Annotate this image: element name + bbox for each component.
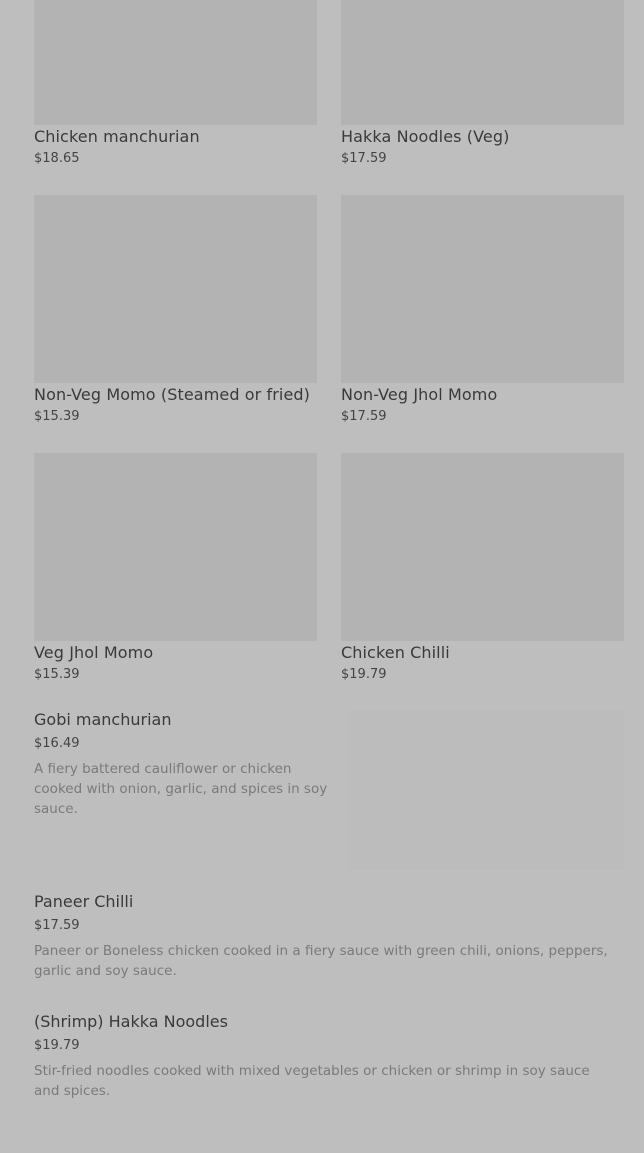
menu-item-name: Chicken Chilli (341, 643, 450, 662)
menu-item-name: Hakka Noodles (Veg) (341, 127, 510, 146)
menu-item-price: $19.79 (34, 1038, 80, 1053)
menu-item-name: Non-Veg Momo (Steamed or fried) (34, 385, 311, 404)
menu-item-price: $15.39 (34, 409, 80, 424)
menu-item-price: $18.65 (34, 151, 80, 166)
menu-item-image[interactable] (34, 453, 317, 641)
menu-item-image[interactable] (34, 195, 317, 383)
menu-item-card[interactable]: Non-Veg Momo (Steamed or fried) $15.39 (34, 195, 317, 426)
menu-item-price: $19.79 (341, 667, 387, 682)
menu-item-name: Gobi manchurian (34, 710, 172, 729)
menu-item-name: Chicken manchurian (34, 127, 200, 146)
menu-list-item[interactable]: Gobi manchurian $16.49 A fiery battered … (34, 710, 334, 819)
menu-item-price: $15.39 (34, 667, 80, 682)
menu-item-description: Paneer or Boneless chicken cooked in a f… (34, 943, 608, 979)
menu-item-price: $17.59 (341, 151, 387, 166)
menu-item-image[interactable] (341, 453, 624, 641)
menu-item-description: A fiery battered cauliflower or chicken … (34, 761, 328, 817)
menu-item-name: (Shrimp) Hakka Noodles (34, 1012, 228, 1031)
menu-item-name: Veg Jhol Momo (34, 643, 154, 662)
menu-item-price: $16.49 (34, 736, 80, 751)
menu-item-image[interactable] (34, 0, 317, 125)
menu-item-image[interactable] (341, 0, 624, 125)
menu-list-item[interactable]: (Shrimp) Hakka Noodles $19.79 Stir-fried… (34, 1012, 619, 1101)
menu-item-name: Non-Veg Jhol Momo (341, 385, 498, 404)
menu-item-description: Stir-fried noodles cooked with mixed veg… (34, 1063, 590, 1099)
menu-item-image[interactable] (341, 195, 624, 383)
menu-item-card[interactable]: Non-Veg Jhol Momo $17.59 (341, 195, 624, 426)
menu-item-card[interactable]: Veg Jhol Momo $15.39 (34, 453, 317, 684)
menu-item-price: $17.59 (34, 918, 80, 933)
menu-list-item[interactable]: Paneer Chilli $17.59 Paneer or Boneless … (34, 892, 619, 981)
menu-item-price: $17.59 (341, 409, 387, 424)
menu-item-card[interactable]: Hakka Noodles (Veg) $17.59 (341, 0, 624, 168)
menu-item-card[interactable]: Chicken Chilli $19.79 (341, 453, 624, 684)
menu-item-card[interactable]: Chicken manchurian $18.65 (34, 0, 317, 168)
menu-item-name: Paneer Chilli (34, 892, 134, 911)
menu-item-image[interactable] (348, 710, 624, 870)
